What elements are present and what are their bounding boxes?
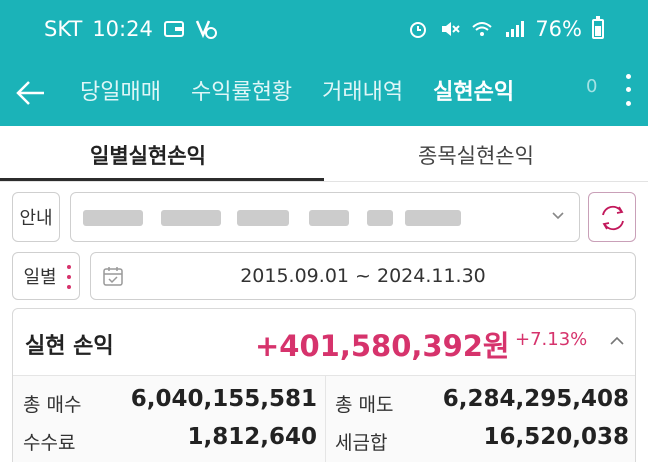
more-dot-icon — [625, 100, 631, 106]
more-dot-icon — [625, 87, 631, 93]
fee-value: 1,812,640 — [187, 424, 318, 450]
back-button[interactable] — [14, 76, 48, 110]
total-buy-label: 총 매수 — [23, 394, 82, 416]
total-sell-value: 6,284,295,408 — [442, 386, 629, 412]
pnl-details: 총 매수 6,040,155,581 수수료 1,812,640 총 매도 6,… — [13, 375, 635, 462]
more-menu-button[interactable] — [622, 70, 634, 110]
chevron-down-icon — [552, 212, 564, 220]
masked-account-text — [237, 210, 289, 226]
wallet-icon — [163, 18, 185, 40]
tab-stock-realized-pnl[interactable]: 종목실현손익 — [418, 140, 534, 170]
tab-daily-realized-pnl[interactable]: 일별실현손익 — [90, 140, 206, 170]
masked-account-text — [83, 210, 143, 226]
realized-pnl-label: 실현 손익 — [25, 334, 114, 359]
realized-pnl-rate: +7.13% — [515, 329, 588, 350]
tab-same-day-trading[interactable]: 당일매매 — [80, 74, 161, 106]
arrow-left-icon — [16, 81, 44, 105]
masked-account-text — [367, 210, 393, 226]
more-dot-icon — [625, 74, 631, 80]
tab-realized-pnl[interactable]: 실현손익 — [433, 74, 514, 106]
masked-account-text — [405, 210, 461, 226]
nav-bar: 당일매매 수익률현황 거래내역 실현손익 0 — [0, 62, 648, 126]
period-mode-label: 일별 — [23, 267, 57, 288]
date-range-picker[interactable]: 2015.09.01 ~ 2024.11.30 — [90, 252, 636, 300]
divider — [325, 376, 326, 462]
alarm-icon — [407, 18, 429, 40]
mute-icon — [439, 18, 461, 40]
app-notification-icon — [195, 18, 217, 40]
battery-icon — [592, 16, 604, 39]
active-tab-indicator — [0, 178, 324, 181]
card-header: 실현 손익 +401,580,392원 +7.13% — [13, 309, 635, 375]
fee-label: 수수료 — [23, 432, 76, 454]
refresh-button[interactable] — [588, 192, 636, 242]
tab-return-status[interactable]: 수익률현황 — [191, 74, 292, 106]
date-range-text: 2015.09.01 ~ 2024.11.30 — [240, 265, 486, 287]
tax-value: 16,520,038 — [483, 424, 629, 450]
status-bar: SKT 10:24 76% — [0, 0, 648, 62]
chevron-up-icon[interactable] — [609, 333, 625, 349]
sub-tabs: 일별실현손익 종목실현손익 — [0, 126, 648, 182]
masked-account-text — [161, 210, 221, 226]
wifi-icon — [471, 18, 493, 40]
realized-pnl-amount: +401,580,392원 — [255, 329, 510, 363]
masked-account-text — [309, 210, 349, 226]
realized-pnl-card: 실현 손익 +401,580,392원 +7.13% 총 매수 6,040,15… — [12, 308, 636, 462]
clock: 10:24 — [92, 17, 153, 41]
nav-tabs: 당일매매 수익률현황 거래내역 실현손익 — [80, 74, 514, 106]
tab-transactions[interactable]: 거래내역 — [322, 74, 403, 106]
total-buy-value: 6,040,155,581 — [130, 386, 317, 412]
tab-overflow[interactable]: 0 — [586, 76, 597, 97]
carrier-label: SKT — [44, 17, 83, 41]
refresh-icon — [602, 205, 624, 231]
total-sell-label: 총 매도 — [335, 394, 394, 416]
account-select[interactable] — [70, 192, 580, 242]
battery-percent: 76% — [535, 17, 582, 41]
app-header: SKT 10:24 76% 당일매매 수익률현황 거래내역 실현손익 0 — [0, 0, 648, 126]
guide-button[interactable]: 안내 — [12, 192, 60, 242]
menu-dots-icon — [67, 265, 71, 289]
tax-label: 세금합 — [335, 432, 388, 454]
signal-icon — [503, 18, 525, 40]
period-mode-button[interactable]: 일별 — [12, 252, 80, 300]
